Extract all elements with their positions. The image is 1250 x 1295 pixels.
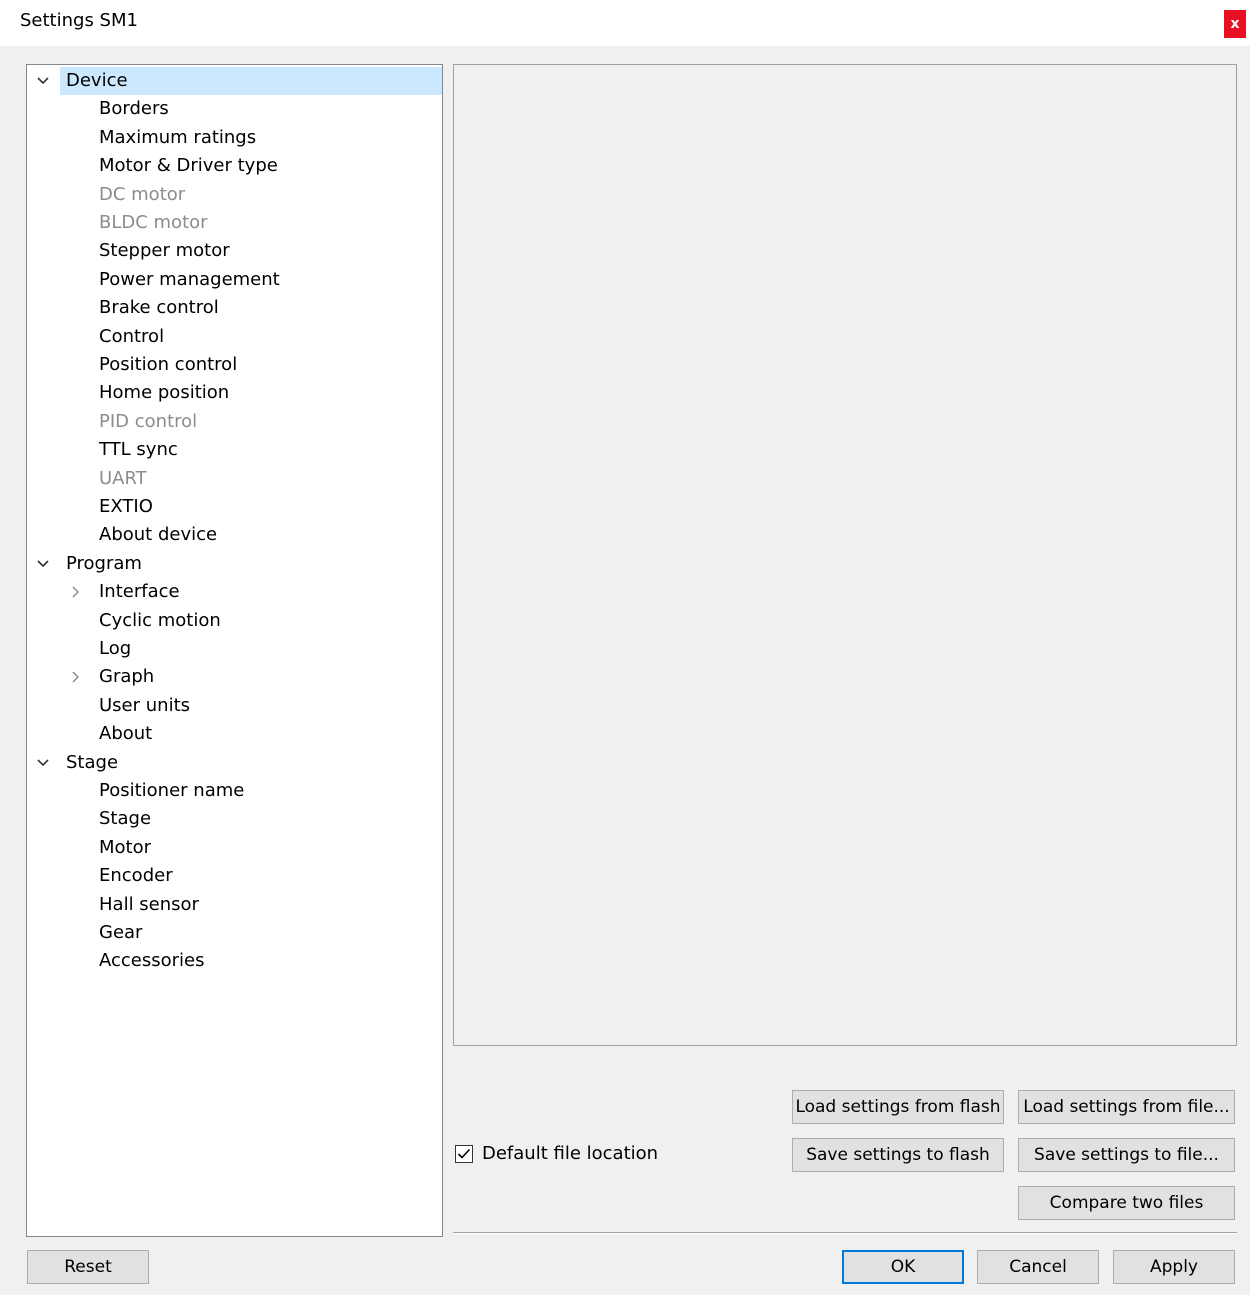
tree-item-label: Interface [99,581,180,603]
tree-item-label: PID control [99,410,198,432]
tree-item-label: Positioner name [99,780,245,801]
tree-item-label: Hall sensor [99,893,199,915]
tree-item[interactable]: Power management [27,266,442,294]
tree-item[interactable]: User units [27,692,442,720]
tree-item-label: Home position [99,382,230,404]
default-file-location-label[interactable]: Default file location [482,1143,658,1164]
tree-item[interactable]: UART [27,465,442,493]
tree-category[interactable]: Device [37,67,442,95]
tree-item-label: Power management [99,268,280,290]
tree-item[interactable]: Cyclic motion [27,607,442,635]
tree-item-label: Motor & Driver type [99,155,278,177]
tree-item[interactable]: Stage [27,805,442,833]
save-settings-to-flash-button[interactable]: Save settings to flash [792,1138,1004,1172]
tree-item-label: Program [66,552,142,574]
tree-item-label: Stepper motor [99,240,230,262]
tree-item[interactable]: Positioner name [27,777,442,805]
load-settings-from-flash-button[interactable]: Load settings from flash [792,1090,1004,1124]
tree-item[interactable]: Hall sensor [27,891,442,919]
tree-category[interactable]: Program [27,550,442,578]
tree-item[interactable]: Maximum ratings [27,124,442,152]
tree-item-label: Motor [99,836,152,858]
tree-item-label: About device [99,524,218,546]
tree-item-label: User units [99,694,191,716]
tree-item[interactable]: Accessories [27,947,442,975]
window-title: Settings SM1 [20,10,138,31]
close-button[interactable]: x [1224,10,1246,38]
ok-button[interactable]: OK [842,1250,964,1284]
tree-item[interactable]: Brake control [27,294,442,322]
tree-item-label: Control [99,325,165,347]
tree-item-label: Graph [99,666,155,688]
settings-content-panel [453,64,1237,1046]
tree-item[interactable]: About device [27,521,442,549]
tree-item[interactable]: Motor & Driver type [27,152,442,180]
tree-item[interactable]: Encoder [27,862,442,890]
tree-item-label: DC motor [99,183,186,205]
chevron-down-icon[interactable] [35,550,51,578]
chevron-right-icon[interactable] [68,578,84,606]
tree-category[interactable]: Stage [27,749,442,777]
tree-item[interactable]: EXTIO [27,493,442,521]
title-bar: Settings SM1 x [0,0,1250,46]
apply-button[interactable]: Apply [1113,1250,1235,1284]
compare-two-files-button[interactable]: Compare two files [1018,1186,1235,1220]
tree-item[interactable]: Control [27,323,442,351]
tree-item-label: Accessories [99,950,205,972]
tree-item[interactable]: DC motor [27,181,442,209]
tree-item-label: About [99,723,153,745]
tree-item-label: Stage [66,751,119,773]
tree-item-label: Stage [99,808,152,830]
checkmark-icon [457,1148,471,1159]
tree-item[interactable]: BLDC motor [27,209,442,237]
tree-item[interactable]: Gear [27,919,442,947]
chevron-right-icon[interactable] [68,663,84,691]
tree-item-label: Borders [99,98,169,120]
tree-item-label: Gear [99,922,143,943]
tree-item[interactable]: Stepper motor [27,237,442,265]
tree-item-label: Device [66,70,128,91]
tree-item-label: Maximum ratings [99,126,257,148]
chevron-down-icon[interactable] [35,749,51,777]
tree-item[interactable]: Position control [27,351,442,379]
tree-item-label: Log [99,638,132,659]
save-settings-to-file-button[interactable]: Save settings to file... [1018,1138,1235,1172]
tree-item-label: Encoder [99,865,173,887]
tree-item-label: Brake control [99,297,219,319]
tree-item[interactable]: Log [27,635,442,663]
tree-item-label: EXTIO [99,496,153,517]
chevron-down-icon[interactable] [35,67,51,95]
tree-item[interactable]: Interface [27,578,442,606]
tree-item[interactable]: Home position [27,379,442,407]
tree-item-label: Cyclic motion [99,609,221,631]
tree-item-label: BLDC motor [99,212,208,233]
default-file-location-checkbox[interactable] [455,1145,473,1163]
tree-item-label: TTL sync [99,439,178,461]
settings-tree[interactable]: Device Borders Maximum ratings Motor & Driv… [26,64,443,1237]
tree-item[interactable]: About [27,720,442,748]
cancel-button[interactable]: Cancel [977,1250,1099,1284]
close-icon: x [1230,16,1240,32]
tree-item[interactable]: TTL sync [27,436,442,464]
footer-divider [453,1232,1237,1234]
tree-item[interactable]: Borders [27,95,442,123]
reset-button[interactable]: Reset [27,1250,149,1284]
tree-item[interactable]: Motor [27,834,442,862]
tree-item-label: UART [99,467,147,489]
tree-item[interactable]: Graph [27,663,442,691]
load-settings-from-file-button[interactable]: Load settings from file... [1018,1090,1235,1124]
tree-item-label: Position control [99,354,238,375]
tree-item[interactable]: PID control [27,408,442,436]
